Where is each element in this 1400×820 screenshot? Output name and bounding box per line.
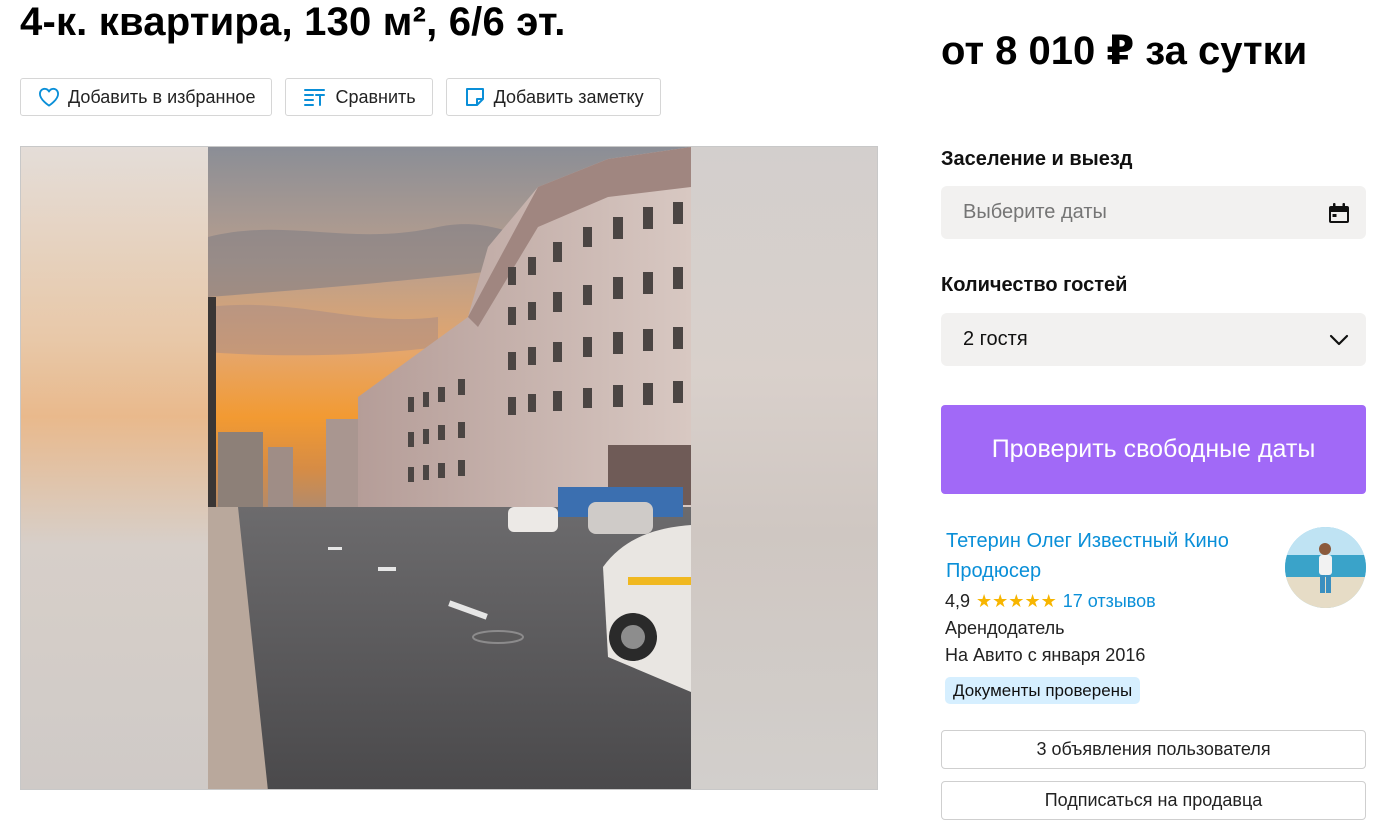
add-note-button[interactable]: Добавить заметку (445, 78, 661, 116)
listing-actions: Добавить в избранное Сравнить Добавить з… (20, 78, 661, 116)
subscribe-seller-button[interactable]: Подписаться на продавца (941, 781, 1366, 820)
compare-icon (304, 89, 326, 106)
rating-value: 4,9 (945, 591, 971, 611)
note-label: Добавить заметку (493, 86, 644, 107)
price: от 8 010 ₽ за сутки (941, 29, 1308, 73)
reviews-link[interactable]: 17 отзывов (1063, 589, 1156, 613)
guests-value: 2 гостя (963, 328, 1028, 350)
dates-picker[interactable]: Выберите даты (941, 186, 1366, 239)
seller-name-link[interactable]: Тетерин Олег Известный Кино Продюсер (946, 526, 1266, 586)
seller-role: Арендодатель (945, 618, 1065, 638)
heart-icon (39, 87, 59, 107)
seller-rating: 4,9 ★★★★★ 17 отзывов (945, 589, 1156, 613)
calendar-icon (1329, 202, 1349, 223)
seller-since: На Авито с января 2016 (945, 645, 1146, 665)
main-photo[interactable] (208, 147, 691, 790)
seller-avatar[interactable] (1285, 527, 1366, 608)
guests-select[interactable]: 2 гостя (941, 313, 1366, 366)
gallery-blurred-backdrop-right (691, 147, 877, 789)
compare-label: Сравнить (335, 86, 416, 107)
favorite-label: Добавить в избранное (68, 86, 256, 107)
guests-label: Количество гостей (941, 274, 1128, 296)
chevron-down-icon (1329, 334, 1349, 345)
dates-label: Заселение и выезд (941, 148, 1133, 170)
add-to-favorites-button[interactable]: Добавить в избранное (20, 78, 273, 116)
note-icon (465, 88, 484, 106)
compare-button[interactable]: Сравнить (285, 78, 433, 116)
photo-gallery[interactable] (20, 146, 878, 790)
seller-listings-button[interactable]: 3 объявления пользователя (941, 730, 1366, 769)
listing-title: 4-к. квартира, 130 м², 6/6 эт. (20, 0, 566, 44)
documents-verified-badge: Документы проверены (945, 677, 1141, 704)
check-availability-button[interactable]: Проверить свободные даты (941, 405, 1366, 494)
dates-placeholder: Выберите даты (963, 201, 1107, 223)
rating-stars-icon: ★★★★★ (976, 591, 1057, 611)
